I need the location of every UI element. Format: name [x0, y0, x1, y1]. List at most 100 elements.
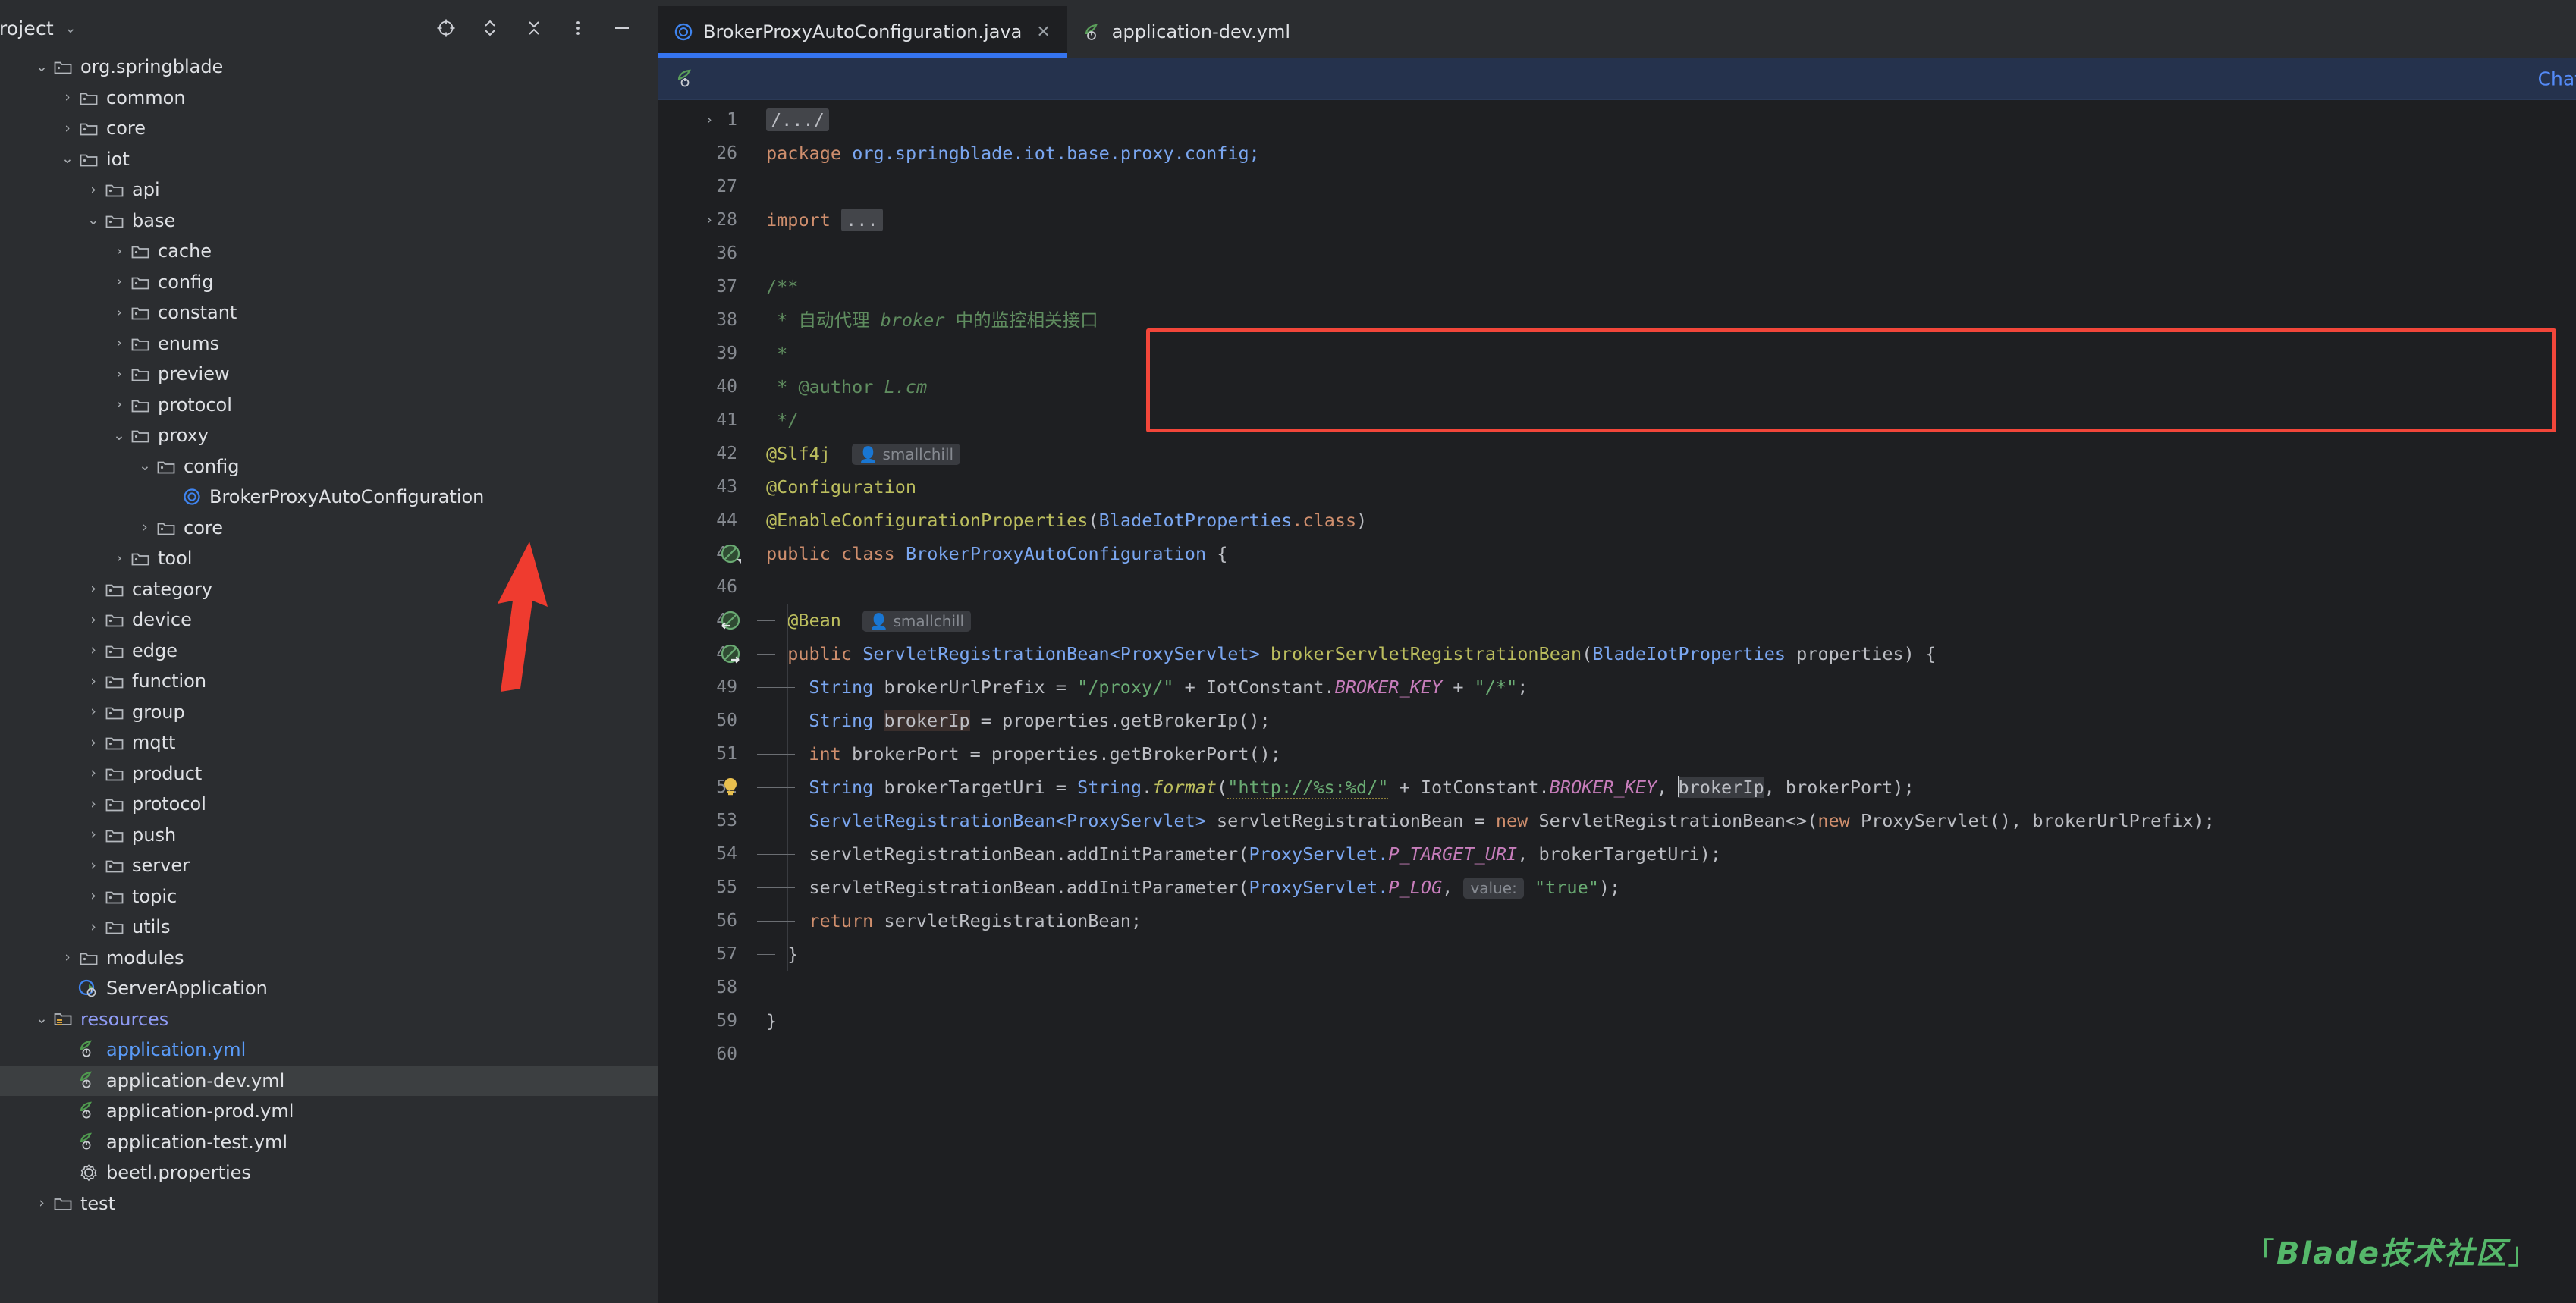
- code-line-48[interactable]: public ServletRegistrationBean<ProxyServ…: [749, 637, 1936, 670]
- chevron-right-icon[interactable]: ›: [83, 766, 103, 780]
- code-line-52[interactable]: String brokerTargetUri = String.format("…: [749, 771, 1915, 804]
- tab-application-dev-yml[interactable]: application-dev.yml: [1067, 6, 1307, 58]
- chevron-right-icon[interactable]: ›: [83, 182, 103, 197]
- tree-row-category[interactable]: › category: [0, 574, 658, 605]
- code-line-28[interactable]: import ...: [749, 203, 883, 237]
- tree-row-core[interactable]: › core: [0, 513, 658, 544]
- code-line-47[interactable]: @Bean 👤 smallchill: [749, 604, 972, 637]
- tree-row-brokerproxyautoconfiguration[interactable]: BrokerProxyAutoConfiguration: [0, 482, 658, 513]
- code-line-55[interactable]: servletRegistrationBean.addInitParameter…: [749, 871, 1620, 904]
- collapse-all-icon[interactable]: [523, 17, 545, 39]
- chevron-down-icon[interactable]: ⌄: [32, 59, 52, 74]
- fold-arrow-icon[interactable]: ›: [701, 103, 718, 137]
- tree-row-core[interactable]: › core: [0, 113, 658, 144]
- expand-collapse-icon[interactable]: [479, 17, 501, 39]
- tree-row-modules[interactable]: › modules: [0, 943, 658, 974]
- code-line-1[interactable]: /.../: [749, 103, 829, 137]
- code-line-37[interactable]: /**: [749, 270, 798, 303]
- chevron-down-icon[interactable]: ⌄: [58, 152, 77, 166]
- chevron-right-icon[interactable]: ›: [83, 705, 103, 719]
- chevron-right-icon[interactable]: ›: [83, 919, 103, 934]
- chevron-right-icon[interactable]: ›: [109, 366, 129, 381]
- code-line-41[interactable]: */: [749, 403, 798, 437]
- annotation-enable-configuration-properties[interactable]: @EnableConfigurationProperties: [766, 510, 1088, 531]
- tree-row-protocol[interactable]: › protocol: [0, 390, 658, 421]
- tree-row-topic[interactable]: › topic: [0, 881, 658, 912]
- tree-row-config[interactable]: ⌄ config: [0, 451, 658, 482]
- tree-row-api[interactable]: › api: [0, 174, 658, 206]
- tree-row-device[interactable]: › device: [0, 604, 658, 636]
- chevron-right-icon[interactable]: ›: [83, 889, 103, 903]
- chevron-down-icon[interactable]: ⌄: [135, 459, 155, 473]
- chevron-down-icon[interactable]: ⌄: [109, 428, 129, 443]
- close-icon[interactable]: ✕: [1036, 23, 1050, 42]
- tree-row-application-yml[interactable]: application.yml: [0, 1035, 658, 1066]
- chevron-right-icon[interactable]: ›: [32, 1196, 52, 1210]
- chevron-down-icon[interactable]: ⌄: [32, 1012, 52, 1026]
- annotation-configuration[interactable]: @Configuration: [766, 476, 916, 498]
- chevron-right-icon[interactable]: ›: [83, 612, 103, 627]
- chevron-right-icon[interactable]: ›: [109, 243, 129, 259]
- folded-imports[interactable]: ...: [841, 209, 883, 231]
- tree-row-product[interactable]: › product: [0, 758, 658, 790]
- chevron-right-icon[interactable]: ›: [58, 90, 77, 105]
- tree-row-function[interactable]: › function: [0, 666, 658, 697]
- tree-row-cache[interactable]: › cache: [0, 236, 658, 267]
- code-line-50[interactable]: String brokerIp = properties.getBrokerIp…: [749, 704, 1271, 737]
- chevron-right-icon[interactable]: ›: [83, 673, 103, 689]
- select-opened-file-icon[interactable]: [435, 17, 457, 39]
- chevron-right-icon[interactable]: ›: [83, 735, 103, 750]
- chevron-right-icon[interactable]: ›: [83, 643, 103, 658]
- tree-row-push[interactable]: › push: [0, 820, 658, 851]
- code-line-42[interactable]: @Slf4j 👤 smallchill: [749, 437, 961, 470]
- annotation-bean[interactable]: @Bean: [787, 610, 841, 631]
- chevron-right-icon[interactable]: ›: [83, 582, 103, 596]
- chevron-down-icon[interactable]: ⌄: [64, 20, 77, 36]
- chevron-right-icon[interactable]: ›: [109, 336, 129, 350]
- code-line-51[interactable]: int brokerPort = properties.getBrokerPor…: [749, 737, 1281, 771]
- blade-iot-properties-ref[interactable]: BladeIotProperties: [1099, 510, 1293, 531]
- code-line-27[interactable]: [749, 170, 766, 203]
- folded-license-comment[interactable]: /.../: [766, 108, 829, 131]
- code-line-53[interactable]: ServletRegistrationBean<ProxyServlet> se…: [749, 804, 2214, 837]
- chevron-down-icon[interactable]: ⌄: [83, 213, 103, 228]
- tree-row-test[interactable]: › test: [0, 1188, 658, 1220]
- chevron-right-icon[interactable]: ›: [109, 305, 129, 320]
- bean-marker-icon[interactable]: [718, 541, 743, 567]
- more-options-icon[interactable]: [567, 17, 589, 39]
- tree-row-tool[interactable]: › tool: [0, 543, 658, 574]
- editor-gutter[interactable]: 1›262728›3637383940414243444546474849505…: [658, 100, 749, 1303]
- code-line-38[interactable]: * 自动代理 broker 中的监控相关接口: [749, 303, 1098, 337]
- code-line-49[interactable]: String brokerUrlPrefix = "/proxy/" + Iot…: [749, 670, 1528, 704]
- code-editor[interactable]: 1›262728›3637383940414243444546474849505…: [658, 100, 2576, 1303]
- chevron-right-icon[interactable]: ›: [109, 551, 129, 566]
- chevron-right-icon[interactable]: ›: [58, 121, 77, 136]
- tree-row-mqtt[interactable]: › mqtt: [0, 727, 658, 758]
- tree-row-constant[interactable]: › constant: [0, 297, 658, 328]
- tree-row-proxy[interactable]: ⌄ proxy: [0, 420, 658, 451]
- chat-link[interactable]: Chat: [2538, 68, 2576, 90]
- tree-row-resources[interactable]: ⌄ resources: [0, 1004, 658, 1035]
- tree-row-base[interactable]: ⌄ base: [0, 206, 658, 237]
- project-file-tree[interactable]: ⌄ org.springblade › common › core ⌄ iot › api ⌄ bas…: [0, 50, 658, 1303]
- chevron-right-icon[interactable]: ›: [83, 827, 103, 842]
- tree-row-common[interactable]: › common: [0, 83, 658, 114]
- tree-row-application-prod-yml[interactable]: application-prod.yml: [0, 1096, 658, 1127]
- code-line-39[interactable]: *: [749, 337, 787, 370]
- code-line-36[interactable]: [749, 237, 766, 270]
- tree-row-beetl-properties[interactable]: beetl.properties: [0, 1157, 658, 1188]
- code-line-43[interactable]: @Configuration: [749, 470, 916, 504]
- code-line-26[interactable]: package org.springblade.iot.base.proxy.c…: [749, 137, 1260, 170]
- chevron-right-icon[interactable]: ›: [109, 275, 129, 289]
- tree-row-preview[interactable]: › preview: [0, 359, 658, 390]
- tree-row-enums[interactable]: › enums: [0, 328, 658, 360]
- chevron-right-icon[interactable]: ›: [58, 950, 77, 965]
- code-content[interactable]: /.../ package org.springblade.iot.base.pr…: [749, 100, 2576, 1303]
- project-panel-title[interactable]: Project: [0, 17, 54, 39]
- code-line-60[interactable]: [749, 1038, 766, 1071]
- tree-row-utils[interactable]: › utils: [0, 912, 658, 943]
- chevron-right-icon[interactable]: ›: [83, 858, 103, 873]
- tree-row-application-test-yml[interactable]: application-test.yml: [0, 1127, 658, 1158]
- tab-broker-proxy-auto-configuration-java[interactable]: BrokerProxyAutoConfiguration.java ✕: [658, 6, 1067, 58]
- code-line-54[interactable]: servletRegistrationBean.addInitParameter…: [749, 837, 1721, 871]
